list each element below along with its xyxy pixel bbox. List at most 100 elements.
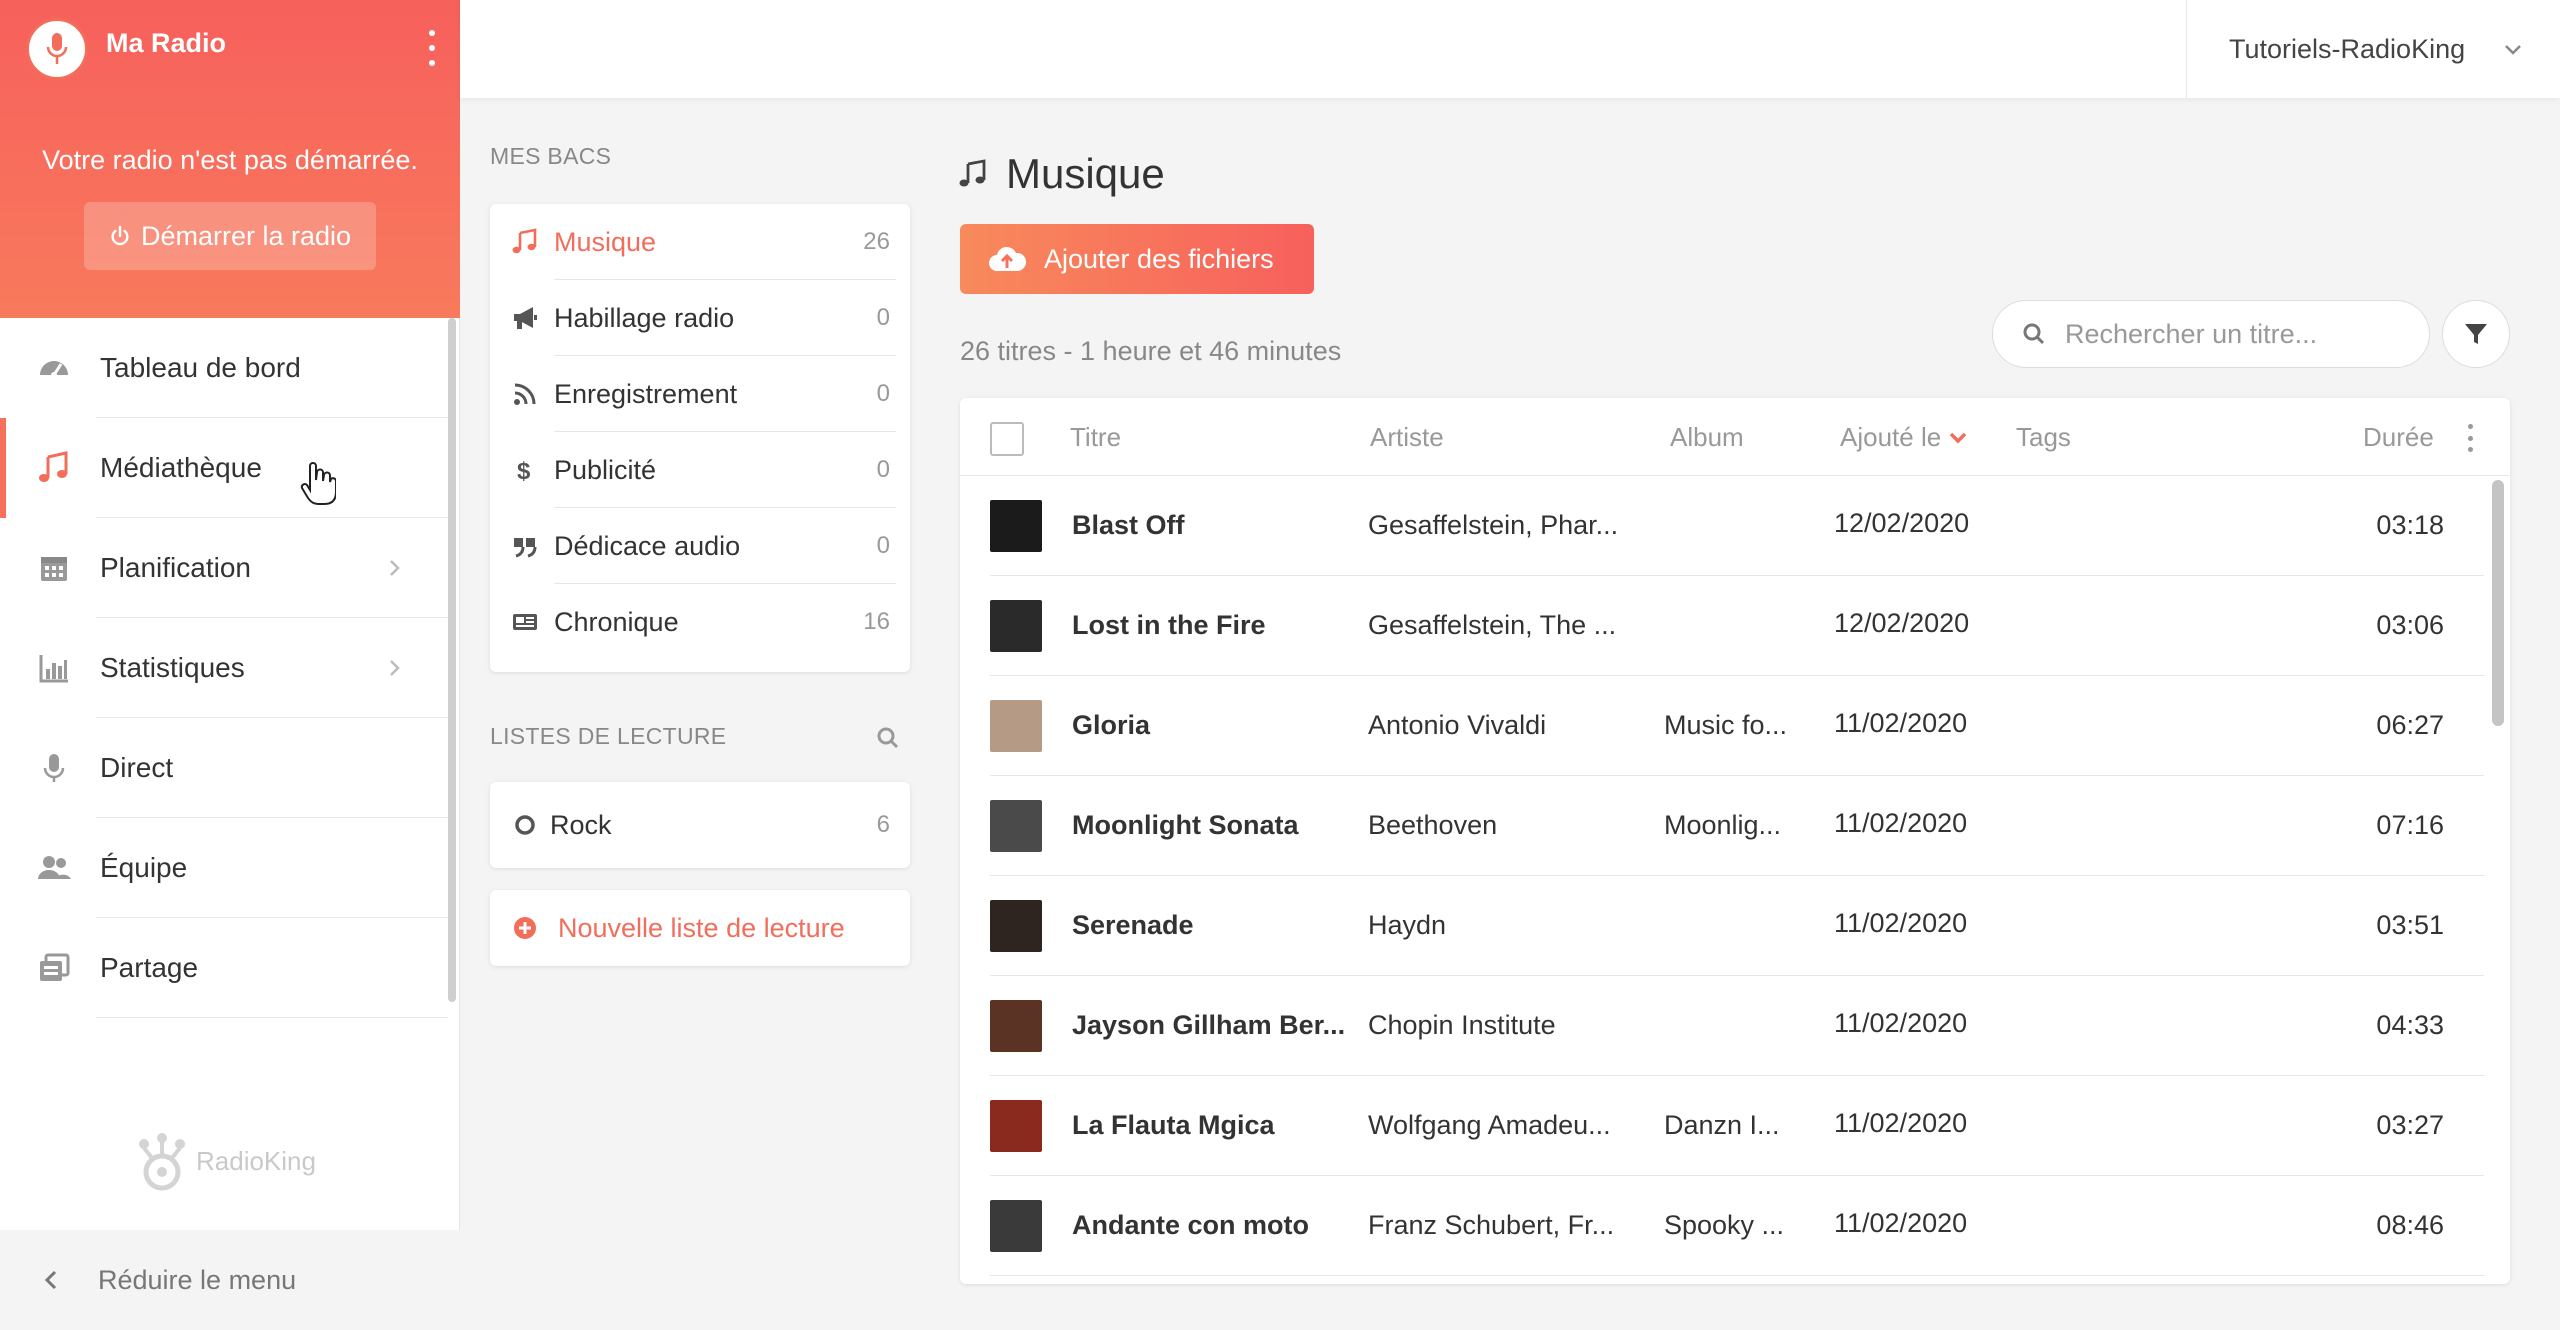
search-icon[interactable] xyxy=(876,726,900,750)
collapse-menu-label: Réduire le menu xyxy=(98,1264,297,1295)
track-duration: 03:18 xyxy=(2376,510,2444,540)
hand-cursor-icon xyxy=(300,462,336,505)
bacs-list: Musique 26 Habillage radio 0 Enregistrem… xyxy=(490,204,910,672)
radioking-logo: RadioKing xyxy=(130,1130,316,1192)
column-menu-icon[interactable] xyxy=(2468,424,2474,452)
track-duration: 04:33 xyxy=(2376,1010,2444,1040)
table-row[interactable]: Lost in the Fire Gesaffelstein, The ... … xyxy=(960,576,2510,676)
search-icon xyxy=(2023,323,2045,345)
nav-item-partage[interactable]: Partage xyxy=(0,918,448,1018)
microphone-icon xyxy=(36,750,72,786)
table-row[interactable]: Gloria Antonio Vivaldi Music fo... 11/02… xyxy=(960,676,2510,776)
table-row[interactable]: Jayson Gillham Ber... Chopin Institute 1… xyxy=(960,976,2510,1076)
track-artist: Franz Schubert, Fr... xyxy=(1368,1210,1615,1240)
dollar-icon: $ xyxy=(510,455,540,485)
collapse-menu-button[interactable]: Réduire le menu xyxy=(0,1230,460,1330)
nav-item-mediatheque[interactable]: Médiathèque xyxy=(0,418,448,518)
bac-item-chronique[interactable]: Chronique 16 xyxy=(490,584,910,660)
nav-item-equipe[interactable]: Équipe xyxy=(0,818,448,918)
add-files-button[interactable]: Ajouter des fichiers xyxy=(960,224,1314,294)
page-title: Musique xyxy=(958,150,1165,198)
music-note-icon xyxy=(36,450,72,486)
track-duration: 03:27 xyxy=(2376,1110,2444,1140)
account-name: Tutoriels-RadioKing xyxy=(2229,33,2466,64)
filter-button[interactable] xyxy=(2442,300,2510,368)
chevron-right-icon xyxy=(390,660,400,676)
bac-count: 26 xyxy=(863,228,890,255)
nav-item-dashboard[interactable]: Tableau de bord xyxy=(0,318,448,418)
track-thumbnail xyxy=(990,1200,1042,1252)
bac-item-publicite[interactable]: $ Publicité 0 xyxy=(490,432,910,508)
start-radio-button[interactable]: Démarrer la radio xyxy=(84,202,376,270)
playlist-count: 6 xyxy=(876,811,890,838)
nav-item-statistiques[interactable]: Statistiques xyxy=(0,618,448,718)
brand-panel: Ma Radio Votre radio n'est pas démarrée.… xyxy=(0,0,460,318)
filter-icon xyxy=(2465,324,2487,344)
bac-count: 0 xyxy=(876,456,890,483)
table-row[interactable]: Andante con moto Franz Schubert, Fr... S… xyxy=(960,1176,2510,1276)
dashboard-icon xyxy=(36,350,72,386)
library-summary: 26 titres - 1 heure et 46 minutes xyxy=(960,336,1342,366)
nav-label: Médiathèque xyxy=(100,452,262,483)
users-icon xyxy=(36,850,72,886)
column-artist[interactable]: Artiste xyxy=(1370,422,1444,453)
bac-item-enregistrement[interactable]: Enregistrement 0 xyxy=(490,356,910,432)
track-album: Danzn I... xyxy=(1664,1110,1780,1140)
column-album[interactable]: Album xyxy=(1670,422,1744,453)
track-thumbnail xyxy=(990,700,1042,752)
track-title: Andante con moto xyxy=(1072,1210,1309,1240)
column-title[interactable]: Titre xyxy=(1070,422,1121,453)
radioking-crown-icon xyxy=(139,1133,185,1191)
playlist-list: Rock 6 xyxy=(490,782,910,868)
new-playlist-label: Nouvelle liste de lecture xyxy=(558,912,845,943)
table-header: Titre Artiste Album Ajouté le Tags Durée xyxy=(960,398,2510,476)
nav-item-direct[interactable]: Direct xyxy=(0,718,448,818)
track-title: Serenade xyxy=(1072,910,1194,940)
table-row[interactable]: Serenade Haydn 11/02/2020 03:51 xyxy=(960,876,2510,976)
column-tags[interactable]: Tags xyxy=(2016,422,2071,453)
select-all-checkbox[interactable] xyxy=(990,422,1024,456)
track-artist: Gesaffelstein, The ... xyxy=(1368,610,1617,640)
track-artist: Antonio Vivaldi xyxy=(1368,710,1547,740)
track-date: 11/02/2020 xyxy=(1834,908,1968,938)
account-switcher[interactable]: Tutoriels-RadioKing xyxy=(2186,0,2560,98)
table-row[interactable]: Moonlight Sonata Beethoven Moonlig... 11… xyxy=(960,776,2510,876)
chevron-down-icon xyxy=(2505,45,2521,55)
track-title: Lost in the Fire xyxy=(1072,610,1266,640)
start-radio-label: Démarrer la radio xyxy=(140,220,352,251)
bac-item-habillage[interactable]: Habillage radio 0 xyxy=(490,280,910,356)
brand-menu-icon[interactable] xyxy=(426,30,438,66)
nav-label: Tableau de bord xyxy=(100,352,301,383)
table-scrollbar[interactable] xyxy=(2492,480,2504,726)
sidebar: Ma Radio Votre radio n'est pas démarrée.… xyxy=(0,0,460,1330)
bar-chart-icon xyxy=(36,650,72,686)
column-added-label: Ajouté le xyxy=(1840,422,1942,452)
microphone-icon xyxy=(46,33,68,64)
playlist-label: Rock xyxy=(550,809,612,840)
track-thumbnail xyxy=(990,600,1042,652)
track-album: Music fo... xyxy=(1664,710,1788,740)
bac-item-dedicace[interactable]: Dédicace audio 0 xyxy=(490,508,910,584)
bac-label: Musique xyxy=(554,226,657,257)
chevron-left-icon xyxy=(44,1270,57,1290)
track-artist: Haydn xyxy=(1368,910,1447,940)
playlists-section-title: LISTES DE LECTURE xyxy=(490,723,727,749)
column-added[interactable]: Ajouté le xyxy=(1840,422,1967,453)
playlist-item-rock[interactable]: Rock 6 xyxy=(490,782,910,868)
search-input[interactable] xyxy=(1992,300,2430,368)
track-artist: Chopin Institute xyxy=(1368,1010,1556,1040)
nav-item-planification[interactable]: Planification xyxy=(0,518,448,618)
table-row[interactable]: Blast Off Gesaffelstein, Phar... 12/02/2… xyxy=(960,476,2510,576)
track-thumbnail xyxy=(990,900,1042,952)
track-artist: Wolfgang Amadeu... xyxy=(1368,1110,1611,1140)
track-thumbnail xyxy=(990,1000,1042,1052)
new-playlist-button[interactable]: Nouvelle liste de lecture xyxy=(490,890,910,966)
bac-item-musique[interactable]: Musique 26 xyxy=(490,204,910,280)
nav-label: Direct xyxy=(100,752,174,783)
share-icon xyxy=(36,950,72,986)
radio-logo[interactable] xyxy=(26,18,88,80)
table-row[interactable]: La Flauta Mgica Wolfgang Amadeu... Danzn… xyxy=(960,1076,2510,1176)
nav-label: Partage xyxy=(100,952,199,983)
sidebar-scrollbar[interactable] xyxy=(448,318,456,1002)
column-duration[interactable]: Durée xyxy=(2363,422,2434,453)
